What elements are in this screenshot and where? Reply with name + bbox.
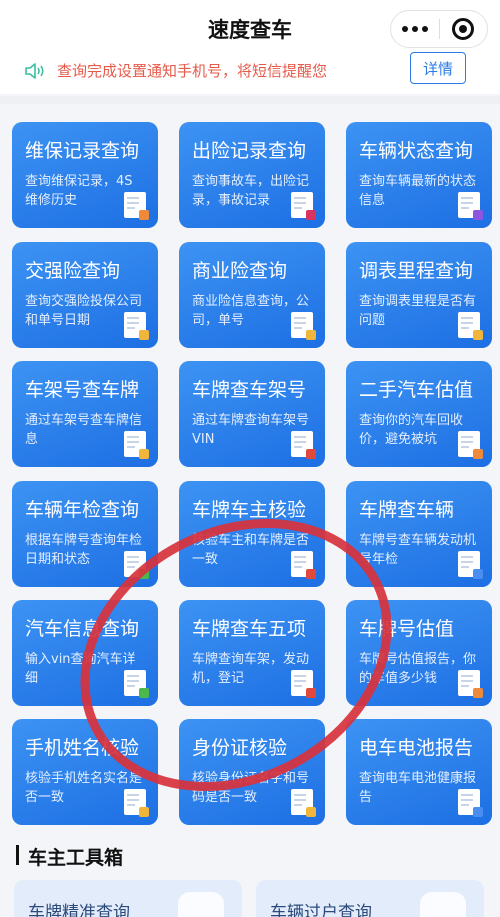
query-card[interactable]: 维保记录查询 查询维保记录，4S维修历史	[12, 122, 158, 228]
query-card[interactable]: 手机姓名核验 核验手机姓名实名是否一致	[12, 719, 158, 825]
query-card[interactable]: 车牌车主核验 核验车主和车牌是否一致	[179, 481, 325, 587]
card-title: 手机姓名核验	[25, 737, 140, 759]
toolbox-title: 车主工具箱	[28, 847, 124, 869]
document-icon	[291, 312, 316, 340]
tool-label: 车牌精准查询	[28, 903, 130, 917]
notice-text: 查询完成设置通知手机号，将短信提醒您	[57, 62, 328, 80]
document-icon	[124, 551, 149, 579]
query-card[interactable]: 调表里程查询 查询调表里程是否有问题	[346, 242, 492, 348]
query-card[interactable]: 车牌查车架号 通过车牌查询车架号VIN	[179, 361, 325, 467]
query-card[interactable]: 车辆状态查询 查询车辆最新的状态信息	[346, 122, 492, 228]
card-title: 调表里程查询	[359, 260, 474, 282]
document-icon	[458, 789, 483, 817]
document-icon	[124, 789, 149, 817]
query-card[interactable]: 车辆年检查询 根据车牌号查询年检日期和状态	[12, 481, 158, 587]
card-title: 车辆状态查询	[359, 140, 474, 162]
query-card[interactable]: 车牌查车辆 车牌号查车辆发动机号年检	[346, 481, 492, 587]
mini-program-capsule	[390, 10, 488, 48]
query-card[interactable]: 车牌查车五项 车牌查询车架，发动机，登记	[179, 600, 325, 706]
card-title: 车牌查车辆	[359, 499, 455, 521]
query-card[interactable]: 商业险查询 商业险信息查询，公司，单号	[179, 242, 325, 348]
speaker-icon	[25, 63, 44, 79]
more-menu-icon[interactable]	[391, 11, 439, 47]
query-card[interactable]: 汽车信息查询 输入vin查询汽车详细	[12, 600, 158, 706]
query-card[interactable]: 车牌号估值 车牌号估值报告，你的车值多少钱	[346, 600, 492, 706]
tool-illustration	[178, 892, 224, 917]
card-title: 车牌号估值	[359, 618, 455, 640]
document-icon	[124, 192, 149, 220]
document-icon	[124, 431, 149, 459]
document-icon	[291, 670, 316, 698]
query-card[interactable]: 电车电池报告 查询电车电池健康报告	[346, 719, 492, 825]
tool-illustration	[420, 892, 466, 917]
document-icon	[124, 312, 149, 340]
query-card[interactable]: 二手汽车估值 查询你的汽车回收价，避免被坑	[346, 361, 492, 467]
document-icon	[291, 192, 316, 220]
card-title: 车牌查车架号	[192, 379, 307, 401]
card-title: 维保记录查询	[25, 140, 140, 162]
document-icon	[458, 192, 483, 220]
document-icon	[458, 312, 483, 340]
close-icon[interactable]	[439, 11, 487, 47]
card-title: 汽车信息查询	[25, 618, 140, 640]
card-title: 车架号查车牌	[25, 379, 140, 401]
card-title: 交强险查询	[25, 260, 121, 282]
section-divider	[0, 96, 500, 104]
query-card[interactable]: 交强险查询 查询交强险投保公司和单号日期	[12, 242, 158, 348]
query-card[interactable]: 车架号查车牌 通过车架号查车牌信息	[12, 361, 158, 467]
document-icon	[458, 551, 483, 579]
card-title: 电车电池报告	[359, 737, 474, 759]
card-title: 商业险查询	[192, 260, 288, 282]
card-title: 身份证核验	[192, 737, 288, 759]
tool-transfer-query[interactable]: 车辆过户查询	[256, 880, 484, 917]
tool-label: 车辆过户查询	[270, 903, 372, 917]
query-card[interactable]: 身份证核验 核验身份证名字和号码是否一致	[179, 719, 325, 825]
document-icon	[458, 431, 483, 459]
document-icon	[291, 431, 316, 459]
card-title: 车辆年检查询	[25, 499, 140, 521]
card-title: 车牌车主核验	[192, 499, 307, 521]
card-title: 二手汽车估值	[359, 379, 474, 401]
tool-plate-query[interactable]: 车牌精准查询	[14, 880, 242, 917]
detail-button[interactable]: 详情	[410, 52, 466, 84]
document-icon	[458, 670, 483, 698]
card-title: 车牌查车五项	[192, 618, 307, 640]
card-title: 出险记录查询	[192, 140, 307, 162]
document-icon	[291, 551, 316, 579]
section-marker	[16, 845, 19, 865]
document-icon	[291, 789, 316, 817]
query-card[interactable]: 出险记录查询 查询事故车，出险记录，事故记录	[179, 122, 325, 228]
document-icon	[124, 670, 149, 698]
